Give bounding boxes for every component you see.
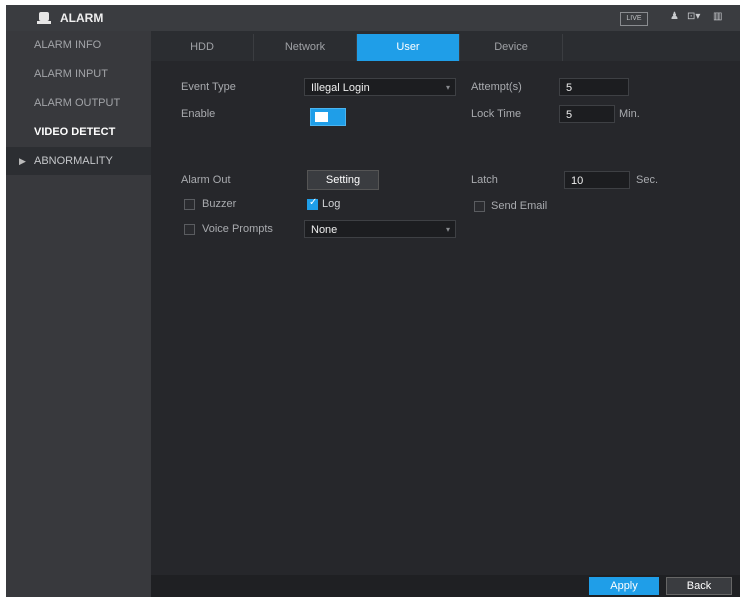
sidebar-item-label: ALARM INPUT: [34, 68, 108, 80]
sidebar-item-alarm-input[interactable]: ALARM INPUT: [6, 60, 151, 88]
enable-toggle[interactable]: [310, 108, 346, 126]
chevron-down-icon: ▾: [445, 225, 450, 234]
lock-time-unit: Min.: [619, 108, 640, 120]
buzzer-label: Buzzer: [202, 198, 237, 210]
back-button[interactable]: Back: [666, 577, 732, 595]
setting-button[interactable]: Setting: [307, 170, 379, 190]
attempts-input[interactable]: 5: [559, 78, 629, 96]
sidebar-item-label: ALARM INFO: [34, 39, 102, 51]
alarm-out-label: Alarm Out: [181, 174, 231, 186]
log-checkbox[interactable]: [307, 197, 318, 210]
latch-label: Latch: [471, 174, 498, 186]
send-email-label: Send Email: [491, 200, 548, 212]
attempts-label: Attempt(s): [471, 81, 522, 93]
event-type-value: Illegal Login: [311, 82, 370, 94]
log-label: Log: [322, 198, 341, 210]
sidebar: ALARM INFO ALARM INPUT ALARM OUTPUT VIDE…: [6, 31, 151, 597]
tab-user[interactable]: User: [357, 34, 460, 61]
enable-label: Enable: [181, 108, 216, 120]
voice-prompts-checkbox[interactable]: [184, 224, 195, 235]
tab-device[interactable]: Device: [460, 34, 563, 61]
tab-bar: HDD Network User Device: [151, 34, 740, 61]
event-type-select[interactable]: Illegal Login ▾: [304, 78, 456, 96]
buzzer-checkbox[interactable]: [184, 199, 195, 210]
sidebar-item-label: VIDEO DETECT: [34, 126, 116, 138]
sidebar-item-abnormality[interactable]: ▶ ABNORMALITY: [6, 147, 151, 175]
page-title: ALARM: [60, 11, 104, 25]
sidebar-item-alarm-output[interactable]: ALARM OUTPUT: [6, 89, 151, 117]
lock-time-input[interactable]: 5: [559, 105, 615, 123]
settings-panel: Event Type Illegal Login ▾ Attempt(s) 5 …: [151, 61, 740, 575]
send-email-checkbox[interactable]: [474, 201, 485, 212]
event-type-label: Event Type: [181, 81, 236, 93]
alarm-window: ALARM LIVE ♟ ⊡▾ ▥ ALARM INFO ALARM INPUT…: [6, 5, 740, 597]
latch-unit: Sec.: [636, 174, 659, 186]
toggle-knob: [315, 112, 328, 122]
tab-hdd[interactable]: HDD: [151, 34, 254, 61]
title-bar: ALARM LIVE ♟ ⊡▾ ▥: [6, 5, 740, 31]
user-icon[interactable]: ♟: [670, 11, 679, 22]
chevron-down-icon: ▾: [445, 83, 450, 92]
apply-button[interactable]: Apply: [589, 577, 659, 595]
chevron-right-icon: ▶: [19, 156, 26, 166]
sidebar-item-label: ABNORMALITY: [34, 155, 113, 167]
voice-prompts-value: None: [311, 224, 338, 236]
sidebar-item-alarm-info[interactable]: ALARM INFO: [6, 31, 151, 59]
lock-time-label: Lock Time: [471, 108, 522, 120]
sidebar-item-video-detect[interactable]: VIDEO DETECT: [6, 118, 151, 146]
live-button[interactable]: LIVE: [620, 12, 648, 26]
window-icon[interactable]: ▥: [713, 11, 722, 22]
alarm-bell-icon: [37, 12, 51, 24]
voice-prompts-label: Voice Prompts: [202, 223, 273, 235]
shortcut-menu-icon[interactable]: ⊡▾: [687, 11, 700, 22]
sidebar-item-label: ALARM OUTPUT: [34, 97, 121, 109]
voice-prompts-select[interactable]: None ▾: [304, 220, 456, 238]
latch-input[interactable]: 10: [564, 171, 630, 189]
tab-network[interactable]: Network: [254, 34, 357, 61]
action-bar: Apply Back: [151, 575, 740, 597]
